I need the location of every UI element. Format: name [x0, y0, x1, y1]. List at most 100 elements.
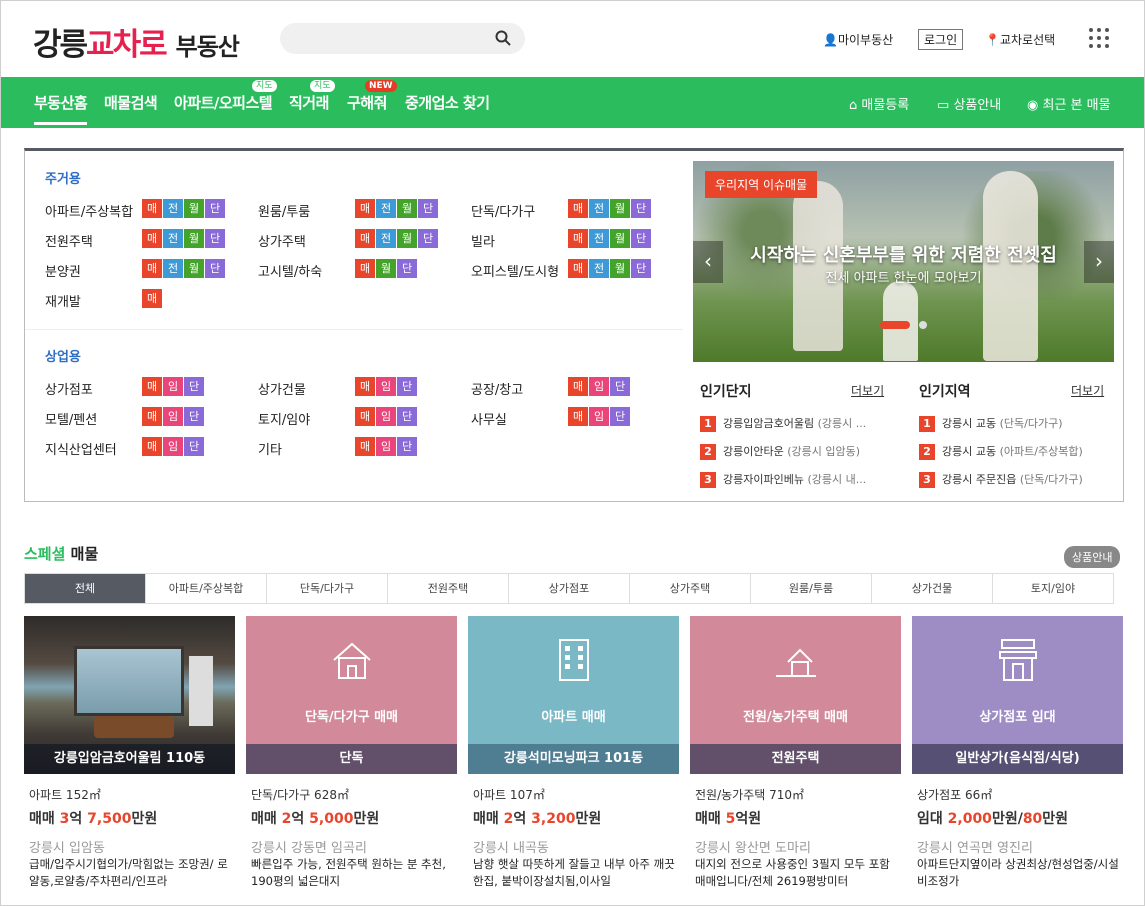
deal-type-badge[interactable]: 임 [376, 407, 396, 426]
deal-type-badge[interactable]: 단 [631, 199, 651, 218]
recent-viewed-link[interactable]: ◉ 최근 본 매물 [1027, 94, 1111, 113]
deal-type-badge[interactable]: 단 [205, 199, 225, 218]
listing-card-image[interactable]: 상가점포 임대 일반상가(음식점/식당) [912, 616, 1123, 774]
category-label[interactable]: 오피스텔/도시형 [471, 261, 559, 280]
deal-type-badge[interactable]: 임 [376, 377, 396, 396]
deal-type-badge[interactable]: 매 [568, 259, 588, 278]
tab-item[interactable]: 전원주택 [388, 574, 509, 603]
listing-card-image[interactable]: 강릉입암금호어울림 110동 [24, 616, 235, 774]
deal-type-badge[interactable]: 단 [610, 407, 630, 426]
listing-card-image[interactable]: 단독/다가구 매매 단독 [246, 616, 457, 774]
slide-indicator[interactable] [919, 321, 927, 329]
deal-type-badge[interactable]: 단 [184, 437, 204, 456]
search-icon[interactable] [495, 30, 511, 46]
tab-item[interactable]: 전체 [25, 574, 146, 603]
search-input[interactable] [280, 23, 525, 54]
deal-type-badge[interactable]: 임 [376, 437, 396, 456]
deal-type-badge[interactable]: 임 [589, 377, 609, 396]
prev-arrow-icon[interactable]: ‹ [693, 241, 723, 283]
deal-type-badge[interactable]: 단 [205, 259, 225, 278]
deal-type-badge[interactable]: 매 [142, 437, 162, 456]
deal-type-badge[interactable]: 월 [397, 229, 417, 248]
deal-type-badge[interactable]: 매 [142, 407, 162, 426]
popular-complex-item[interactable]: 3 강릉자이파인베뉴 (강릉시 내... [700, 471, 885, 488]
deal-type-badge[interactable]: 전 [589, 229, 609, 248]
deal-type-badge[interactable]: 매 [355, 407, 375, 426]
deal-type-badge[interactable]: 단 [418, 199, 438, 218]
popular-region-item[interactable]: 3 강릉시 주문진읍 (단독/다가구) [919, 471, 1104, 488]
deal-type-badge[interactable]: 월 [610, 229, 630, 248]
tab-item[interactable]: 상가주택 [630, 574, 751, 603]
deal-type-badge[interactable]: 월 [184, 229, 204, 248]
category-label[interactable]: 아파트/주상복합 [45, 201, 133, 220]
product-info-link[interactable]: ▭ 상품안내 [937, 94, 1001, 113]
listing-card-image[interactable]: 아파트 매매 강릉석미모닝파크 101동 [468, 616, 679, 774]
deal-type-badge[interactable]: 임 [163, 407, 183, 426]
region-select-link[interactable]: 📍교차로선택 [985, 31, 1055, 48]
popular-complex-more-link[interactable]: 더보기 [851, 382, 884, 399]
nav-item-agency[interactable]: 중개업소 찾기 [405, 92, 490, 113]
deal-type-badge[interactable]: 임 [589, 407, 609, 426]
category-label[interactable]: 기타 [258, 439, 282, 458]
deal-type-badge[interactable]: 월 [376, 259, 396, 278]
category-label[interactable]: 상가주택 [258, 231, 306, 250]
slide-indicator-active[interactable] [880, 321, 910, 329]
deal-type-badge[interactable]: 전 [589, 199, 609, 218]
deal-type-badge[interactable]: 단 [418, 229, 438, 248]
deal-type-badge[interactable]: 월 [397, 199, 417, 218]
popular-region-more-link[interactable]: 더보기 [1071, 382, 1104, 399]
category-label[interactable]: 분양권 [45, 261, 81, 280]
deal-type-badge[interactable]: 매 [355, 437, 375, 456]
my-realestate-link[interactable]: 👤마이부동산 [823, 31, 893, 48]
deal-type-badge[interactable]: 월 [610, 259, 630, 278]
deal-type-badge[interactable]: 매 [355, 259, 375, 278]
deal-type-badge[interactable]: 단 [631, 259, 651, 278]
category-label[interactable]: 사무실 [471, 409, 507, 428]
category-label[interactable]: 고시텔/하숙 [258, 261, 322, 280]
tab-item[interactable]: 토지/임야 [993, 574, 1113, 603]
deal-type-badge[interactable]: 단 [397, 437, 417, 456]
deal-type-badge[interactable]: 단 [631, 229, 651, 248]
nav-item-home[interactable]: 부동산홈 [34, 92, 88, 125]
deal-type-badge[interactable]: 전 [163, 259, 183, 278]
deal-type-badge[interactable]: 매 [568, 377, 588, 396]
category-label[interactable]: 단독/다가구 [471, 201, 535, 220]
popular-complex-item[interactable]: 1 강릉입암금호어울림 (강릉시 ... [700, 415, 885, 432]
category-label[interactable]: 빌라 [471, 231, 495, 250]
popular-region-item[interactable]: 2 강릉시 교동 (아파트/주상복합) [919, 443, 1104, 460]
register-listing-link[interactable]: ⌂ 매물등록 [849, 94, 909, 113]
deal-type-badge[interactable]: 전 [589, 259, 609, 278]
popular-region-item[interactable]: 1 강릉시 교동 (단독/다가구) [919, 415, 1104, 432]
tab-item[interactable]: 단독/다가구 [267, 574, 388, 603]
deal-type-badge[interactable]: 매 [568, 199, 588, 218]
listing-card-image[interactable]: 전원/농가주택 매매 전원주택 [690, 616, 901, 774]
tab-item[interactable]: 아파트/주상복합 [146, 574, 267, 603]
deal-type-badge[interactable]: 매 [142, 199, 162, 218]
deal-type-badge[interactable]: 매 [355, 199, 375, 218]
deal-type-badge[interactable]: 매 [568, 407, 588, 426]
category-label[interactable]: 모텔/펜션 [45, 409, 97, 428]
nav-item-search[interactable]: 매물검색 [104, 92, 158, 113]
deal-type-badge[interactable]: 매 [142, 377, 162, 396]
product-info-button[interactable]: 상품안내 [1064, 546, 1121, 568]
deal-type-badge[interactable]: 월 [610, 199, 630, 218]
deal-type-badge[interactable]: 단 [397, 407, 417, 426]
deal-type-badge[interactable]: 전 [376, 199, 396, 218]
deal-type-badge[interactable]: 매 [142, 289, 162, 308]
all-menu-grid-icon[interactable] [1089, 28, 1109, 48]
deal-type-badge[interactable]: 월 [184, 259, 204, 278]
tab-item[interactable]: 상가점포 [509, 574, 630, 603]
category-label[interactable]: 상가점포 [45, 379, 93, 398]
deal-type-badge[interactable]: 전 [163, 199, 183, 218]
deal-type-badge[interactable]: 단 [610, 377, 630, 396]
deal-type-badge[interactable]: 매 [142, 229, 162, 248]
deal-type-badge[interactable]: 전 [163, 229, 183, 248]
deal-type-badge[interactable]: 단 [205, 229, 225, 248]
tab-item[interactable]: 상가건물 [872, 574, 993, 603]
deal-type-badge[interactable]: 임 [163, 437, 183, 456]
category-label[interactable]: 공장/창고 [471, 379, 523, 398]
deal-type-badge[interactable]: 임 [163, 377, 183, 396]
login-button[interactable]: 로그인 [918, 29, 964, 50]
next-arrow-icon[interactable]: › [1084, 241, 1114, 283]
deal-type-badge[interactable]: 전 [376, 229, 396, 248]
